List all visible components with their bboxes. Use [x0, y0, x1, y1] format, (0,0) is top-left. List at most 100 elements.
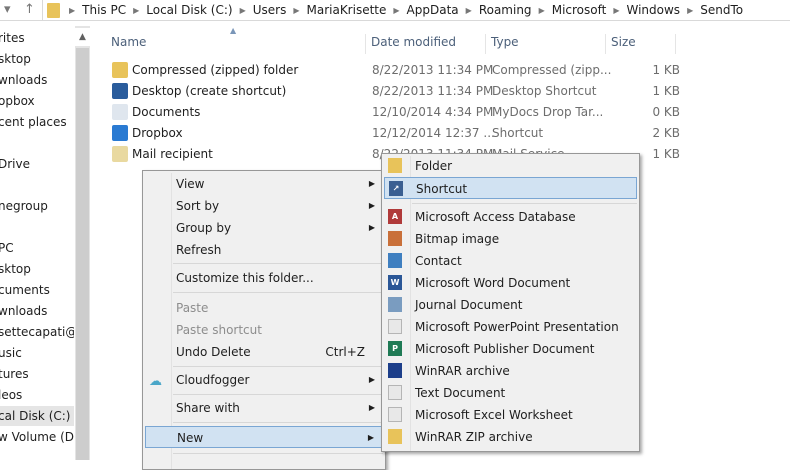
nav-item[interactable]: usic: [0, 343, 74, 363]
new-item-journal-document[interactable]: Journal Document: [384, 294, 637, 316]
submenu-arrow-icon: ▶: [368, 403, 375, 412]
new-item-bitmap-image[interactable]: Bitmap image: [384, 228, 637, 250]
breadcrumb-item[interactable]: SendTo: [696, 3, 747, 17]
menu-item-share-with[interactable]: Share with ▶: [145, 397, 383, 419]
file-row[interactable]: Documents 12/10/2014 4:34 PM MyDocs Drop T…: [112, 102, 692, 123]
file-row[interactable]: Dropbox 12/12/2014 12:37 ... Shortcut 2 KB: [112, 123, 692, 144]
navigation-pane: rites sktop wnloads opbox cent places Drive ne…: [0, 21, 75, 460]
menu-item-label: Journal Document: [415, 298, 523, 312]
breadcrumb-item[interactable]: AppData: [403, 3, 463, 17]
menu-item-paste-shortcut[interactable]: Paste shortcut: [145, 319, 383, 341]
menu-item-view[interactable]: View ▶: [145, 173, 383, 195]
breadcrumb: ▶ This PC ▶ Local Disk (C:) ▶ Users ▶ MariaKris…: [42, 0, 747, 20]
column-label: Date modified: [371, 35, 457, 49]
nav-item[interactable]: Drive: [0, 154, 74, 174]
menu-item-label: Bitmap image: [415, 232, 500, 246]
nav-item[interactable]: cuments: [0, 280, 74, 300]
submenu-arrow-icon: ▶: [368, 223, 375, 232]
nav-item[interactable]: w Volume (D:): [0, 427, 74, 447]
menu-separator: [412, 203, 637, 204]
breadcrumb-item[interactable]: Local Disk (C:): [142, 3, 236, 17]
file-row[interactable]: Compressed (zipped) folder 8/22/2013 11:3…: [112, 60, 692, 81]
nav-item[interactable]: negroup: [0, 196, 74, 216]
column-header-type[interactable]: Type: [486, 34, 606, 54]
breadcrumb-separator-icon[interactable]: ▶: [610, 6, 622, 15]
winrar-icon: [388, 363, 402, 378]
column-label: Size: [611, 35, 636, 49]
nav-scrollbar[interactable]: ▲: [75, 26, 90, 460]
new-item-contact[interactable]: Contact: [384, 250, 637, 272]
breadcrumb-separator-icon[interactable]: ▶: [390, 6, 402, 15]
file-date: 8/22/2013 11:34 PM: [372, 84, 494, 98]
file-type: Desktop Shortcut: [492, 84, 597, 98]
menu-item-sort-by[interactable]: Sort by ▶: [145, 195, 383, 217]
nav-item[interactable]: wnloads: [0, 301, 74, 321]
nav-item[interactable]: wnloads: [0, 70, 74, 90]
breadcrumb-item[interactable]: Roaming: [475, 3, 536, 17]
new-item-microsoft-access-database[interactable]: A Microsoft Access Database: [384, 206, 637, 228]
file-date: 12/12/2014 12:37 ...: [372, 126, 495, 140]
address-bar[interactable]: ▾ ↑ ▶ This PC ▶ Local Disk (C:) ▶ Users ▶ Maria…: [0, 0, 790, 21]
breadcrumb-separator-icon[interactable]: ▶: [536, 6, 548, 15]
access-icon: A: [388, 209, 402, 224]
file-size: 1 KB: [652, 84, 680, 98]
new-item-shortcut[interactable]: ↗ Shortcut: [384, 177, 637, 199]
menu-item-new[interactable]: New ▶: [145, 426, 383, 448]
breadcrumb-item[interactable]: Users: [249, 3, 291, 17]
submenu-arrow-icon: ▶: [367, 433, 374, 442]
up-arrow-icon[interactable]: ↑: [24, 2, 35, 17]
breadcrumb-item[interactable]: MariaKrisette: [302, 3, 390, 17]
new-item-text-document[interactable]: Text Document: [384, 382, 637, 404]
nav-item[interactable]: rites: [0, 28, 74, 48]
new-item-microsoft-powerpoint-presentation[interactable]: Microsoft PowerPoint Presentation: [384, 316, 637, 338]
nav-item[interactable]: opbox: [0, 91, 74, 111]
nav-item[interactable]: settecapati@h: [0, 322, 74, 342]
nav-item[interactable]: cal Disk (C:): [0, 406, 74, 426]
breadcrumb-separator-icon[interactable]: ▶: [237, 6, 249, 15]
new-item-winrar-archive[interactable]: WinRAR archive: [384, 360, 637, 382]
breadcrumb-separator-icon[interactable]: ▶: [130, 6, 142, 15]
menu-separator: [173, 366, 383, 367]
new-item-folder[interactable]: Folder: [384, 155, 637, 177]
contact-icon: [388, 253, 402, 268]
nav-item[interactable]: leos: [0, 385, 74, 405]
column-header-date[interactable]: Date modified: [366, 34, 486, 54]
recent-dropdown-icon[interactable]: ▾: [4, 2, 11, 17]
menu-item-label: Sort by: [176, 199, 220, 213]
zip-folder-icon: [112, 62, 128, 78]
word-icon: W: [388, 275, 402, 290]
file-row[interactable]: Desktop (create shortcut) 8/22/2013 11:34…: [112, 81, 692, 102]
menu-item-group-by[interactable]: Group by ▶: [145, 217, 383, 239]
menu-item-label: WinRAR ZIP archive: [415, 430, 533, 444]
menu-item-label: Text Document: [415, 386, 506, 400]
menu-item-customize-this-folder[interactable]: Customize this folder...: [145, 267, 383, 289]
column-header-name[interactable]: Name: [106, 34, 366, 54]
scroll-up-icon[interactable]: ▲: [75, 28, 90, 46]
nav-item[interactable]: tures: [0, 364, 74, 384]
menu-item-label: Microsoft Access Database: [415, 210, 576, 224]
menu-item-refresh[interactable]: Refresh: [145, 239, 383, 261]
breadcrumb-separator-icon[interactable]: ▶: [66, 6, 78, 15]
menu-item-label: Customize this folder...: [176, 271, 314, 285]
context-menu: ☁ View ▶ Sort by ▶ Group by ▶ Refresh Customize…: [142, 170, 386, 470]
new-item-winrar-zip-archive[interactable]: WinRAR ZIP archive: [384, 426, 637, 448]
breadcrumb-separator-icon[interactable]: ▶: [290, 6, 302, 15]
breadcrumb-item[interactable]: Microsoft: [548, 3, 611, 17]
nav-item[interactable]: PC: [0, 238, 74, 258]
nav-item[interactable]: cent places: [0, 112, 74, 132]
breadcrumb-separator-icon[interactable]: ▶: [463, 6, 475, 15]
new-item-microsoft-excel-worksheet[interactable]: Microsoft Excel Worksheet: [384, 404, 637, 426]
menu-item-cloudfogger[interactable]: Cloudfogger ▶: [145, 369, 383, 391]
nav-item[interactable]: sktop: [0, 49, 74, 69]
breadcrumb-item[interactable]: This PC: [78, 3, 130, 17]
menu-item-paste[interactable]: Paste: [145, 297, 383, 319]
new-item-microsoft-word-document[interactable]: W Microsoft Word Document: [384, 272, 637, 294]
file-size: 2 KB: [652, 126, 680, 140]
menu-item-undo-delete[interactable]: Undo Delete Ctrl+Z: [145, 341, 383, 363]
new-item-microsoft-publisher-document[interactable]: P Microsoft Publisher Document: [384, 338, 637, 360]
nav-item[interactable]: sktop: [0, 259, 74, 279]
scroll-thumb[interactable]: [76, 48, 89, 460]
column-header-size[interactable]: Size: [606, 34, 676, 54]
breadcrumb-separator-icon[interactable]: ▶: [684, 6, 696, 15]
breadcrumb-item[interactable]: Windows: [622, 3, 684, 17]
